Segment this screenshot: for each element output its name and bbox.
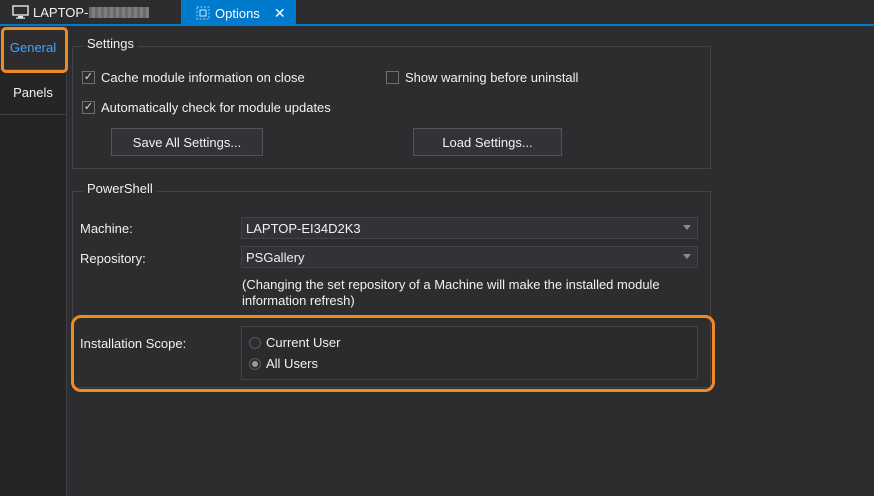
show-warning-checkbox[interactable]: Show warning before uninstall: [386, 70, 578, 85]
check-icon: ✓: [82, 101, 95, 114]
powershell-group-title: PowerShell: [83, 181, 157, 196]
repository-label: Repository:: [80, 251, 146, 266]
sidebar-item-label: Panels: [13, 85, 53, 100]
unchecked-box-icon: [386, 71, 399, 84]
sidebar: General Panels: [0, 26, 67, 496]
repository-select-value: PSGallery: [246, 249, 305, 265]
machine-label: Machine:: [80, 221, 133, 236]
installation-scope-highlight-annotation: [71, 315, 715, 392]
cache-module-label: Cache module information on close: [101, 70, 305, 85]
tab-options-label: Options: [215, 5, 260, 21]
monitor-icon: [12, 5, 29, 19]
check-icon: ✓: [82, 71, 95, 84]
machine-select[interactable]: LAPTOP-EI34D2K3: [241, 217, 698, 239]
chevron-down-icon: [683, 225, 691, 230]
tab-strip: LAPTOP- Options ✕: [0, 0, 874, 26]
close-icon[interactable]: ✕: [274, 5, 286, 22]
machine-select-value: LAPTOP-EI34D2K3: [246, 220, 361, 236]
cache-module-checkbox[interactable]: ✓ Cache module information on close: [82, 70, 305, 85]
show-warning-label: Show warning before uninstall: [405, 70, 579, 85]
repository-note-line1: (Changing the set repository of a Machin…: [242, 277, 660, 292]
redacted-machine-name: [89, 6, 150, 18]
tab-machine[interactable]: LAPTOP-: [0, 0, 180, 24]
save-all-settings-button[interactable]: Save All Settings...: [111, 128, 263, 156]
auto-check-updates-label: Automatically check for module updates: [101, 100, 331, 115]
chevron-down-icon: [683, 254, 691, 259]
repository-note-line2: information refresh): [242, 293, 355, 308]
sidebar-item-panels[interactable]: Panels: [0, 71, 66, 115]
auto-check-updates-checkbox[interactable]: ✓ Automatically check for module updates: [82, 100, 331, 115]
gear-icon: [196, 6, 210, 20]
settings-group-title: Settings: [83, 36, 138, 51]
repository-select[interactable]: PSGallery: [241, 246, 698, 268]
load-settings-button[interactable]: Load Settings...: [413, 128, 562, 156]
tab-machine-label: LAPTOP-: [33, 4, 89, 20]
tab-options[interactable]: Options ✕: [181, 0, 296, 26]
repository-note: (Changing the set repository of a Machin…: [242, 277, 702, 309]
general-highlight-annotation: [1, 27, 68, 73]
